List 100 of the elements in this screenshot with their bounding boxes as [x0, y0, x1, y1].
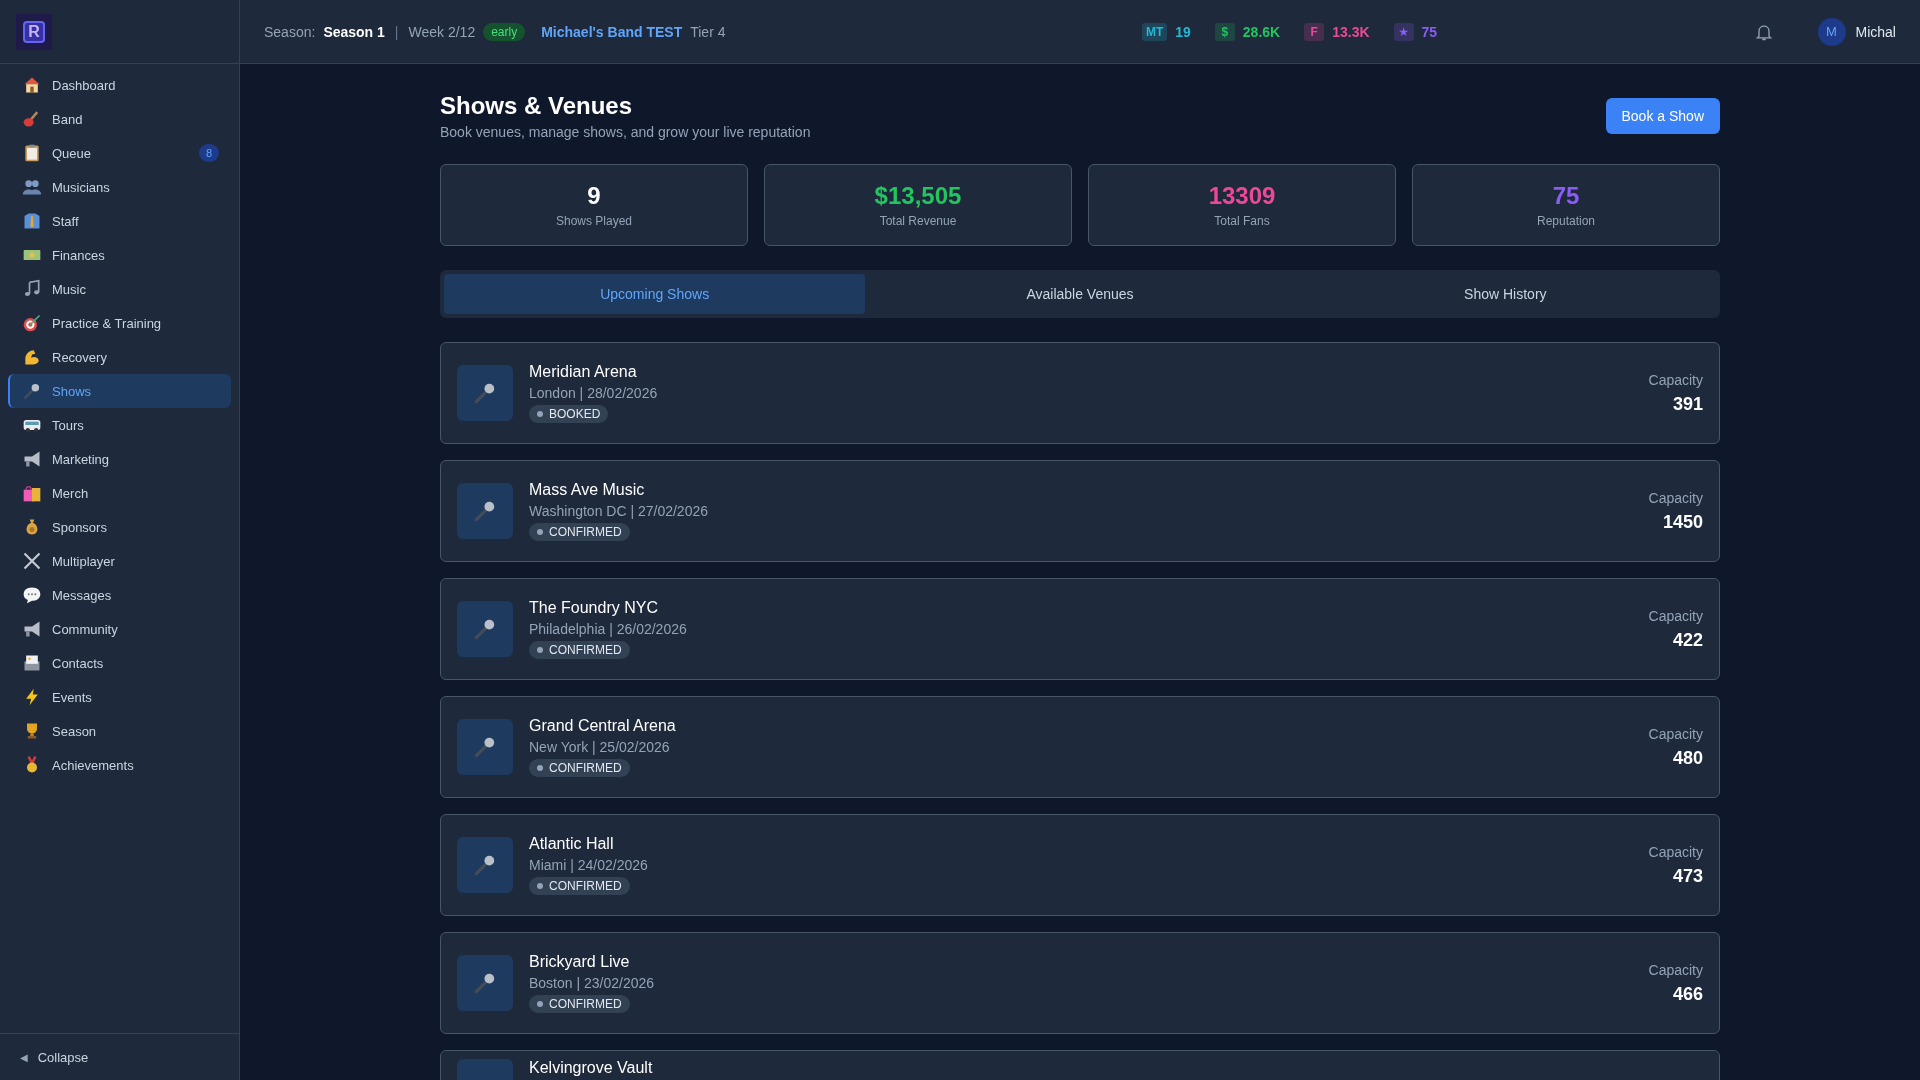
stat-label: Reputation: [1536, 214, 1595, 228]
sidebar-item[interactable]: Messages: [8, 578, 231, 612]
sidebar-item[interactable]: Practice & Training: [8, 306, 231, 340]
card-file-icon: [22, 653, 42, 673]
venue-name: Meridian Arena: [529, 363, 637, 381]
stat-value: 28.6K: [1242, 23, 1281, 40]
flexed-arm-icon: [22, 347, 42, 367]
season-label: Season:: [264, 23, 316, 40]
book-show-button[interactable]: Book a Show: [1605, 98, 1720, 134]
capacity-value: 1450: [1662, 511, 1703, 533]
season-name: Season 1: [323, 23, 385, 40]
tab[interactable]: Upcoming Shows: [444, 274, 866, 314]
tab[interactable]: Show History: [1294, 274, 1716, 314]
stat-number: 9: [587, 182, 601, 210]
show-card[interactable]: Brickyard Live Boston | 23/02/2026 CONFIRMED Capacity 466: [440, 932, 1720, 1034]
band-name[interactable]: Michael's Band TEST: [541, 23, 683, 40]
sidebar-item[interactable]: Community: [8, 612, 231, 646]
capacity-value: 480: [1672, 747, 1703, 769]
show-card[interactable]: Atlantic Hall Miami | 24/02/2026 CONFIRMED Capacity 473: [440, 814, 1720, 916]
people-icon: [22, 177, 42, 197]
sidebar-item[interactable]: Music: [8, 272, 231, 306]
sidebar-item[interactable]: Queue 8: [8, 136, 231, 170]
show-card[interactable]: Kelvingrove Vault: [440, 1050, 1720, 1080]
venue-name: Brickyard Live: [529, 953, 630, 971]
microphone-icon: [22, 381, 42, 401]
target-icon: [22, 313, 42, 333]
user-name[interactable]: Michal: [1855, 23, 1896, 40]
count-badge: 8: [198, 144, 219, 162]
sidebar-item[interactable]: Shows: [8, 374, 231, 408]
stat-label: Total Revenue: [879, 214, 957, 228]
stat-number: 75: [1552, 182, 1580, 210]
show-details: Miami | 24/02/2026: [529, 857, 648, 873]
capacity-value: 422: [1672, 629, 1703, 651]
capacity-label: Capacity: [1648, 961, 1703, 978]
shirt-icon: [22, 211, 42, 231]
app-logo[interactable]: R: [16, 13, 52, 50]
sidebar-item[interactable]: Merch: [8, 476, 231, 510]
capacity-label: Capacity: [1648, 607, 1703, 624]
page-subtitle: Book venues, manage shows, and grow your live reputation: [440, 124, 811, 140]
clipboard-icon: [22, 143, 42, 163]
capacity-value: 466: [1672, 983, 1703, 1005]
capacity-label: Capacity: [1648, 371, 1703, 388]
sidebar-item[interactable]: Band: [8, 102, 231, 136]
stat-tag: MT: [1141, 22, 1168, 41]
capacity-value: 473: [1672, 865, 1703, 887]
page-title: Shows & Venues: [440, 92, 634, 120]
stat-tag: ★: [1393, 22, 1414, 41]
status-badge: CONFIRMED: [529, 641, 630, 659]
sidebar-item[interactable]: Staff: [8, 204, 231, 238]
crossed-swords-icon: [22, 551, 42, 571]
stat-number: $13,505: [874, 182, 962, 210]
sidebar-item[interactable]: Finances: [8, 238, 231, 272]
megaphone-icon: [22, 619, 42, 639]
show-details: New York | 25/02/2026: [529, 739, 670, 755]
capacity-label: Capacity: [1648, 489, 1703, 506]
show-card[interactable]: Meridian Arena London | 28/02/2026 BOOKED Capacity 391: [440, 342, 1720, 444]
sidebar-item[interactable]: Marketing: [8, 442, 231, 476]
tab[interactable]: Available Venues: [869, 274, 1291, 314]
separator: |: [394, 23, 399, 40]
stat-label: Shows Played: [555, 214, 632, 228]
sidebar-item[interactable]: Season: [8, 714, 231, 748]
sidebar-item[interactable]: Recovery: [8, 340, 231, 374]
show-card[interactable]: Mass Ave Music Washington DC | 27/02/2026 CONFIRMED Capacity 1450: [440, 460, 1720, 562]
sidebar-item[interactable]: Contacts: [8, 646, 231, 680]
stat-label: Total Fans: [1214, 214, 1270, 228]
sidebar-item[interactable]: Dashboard: [8, 68, 231, 102]
status-badge: BOOKED: [529, 405, 609, 423]
stat-tag: F: [1304, 22, 1325, 41]
week-label: Week 2/12: [408, 23, 476, 40]
stat-number: 13309: [1208, 182, 1276, 210]
status-badge: CONFIRMED: [529, 877, 630, 895]
status-badge: CONFIRMED: [529, 995, 630, 1013]
speech-bubble-icon: [22, 585, 42, 605]
collapse-button[interactable]: ◀ Collapse: [0, 1033, 239, 1080]
user-avatar[interactable]: M: [1817, 17, 1846, 46]
tier-label: Tier 4: [690, 23, 726, 40]
megaphone-icon: [22, 449, 42, 469]
sidebar-item[interactable]: Musicians: [8, 170, 231, 204]
house-icon: [22, 75, 42, 95]
venue-name: Grand Central Arena: [529, 717, 676, 735]
show-details: Boston | 23/02/2026: [529, 975, 655, 991]
show-card[interactable]: Grand Central Arena New York | 25/02/2026 CONFIRMED Capacity 480: [440, 696, 1720, 798]
capacity-value: 391: [1672, 393, 1703, 415]
show-details: Philadelphia | 26/02/2026: [529, 621, 687, 637]
venue-name: The Foundry NYC: [529, 599, 658, 617]
sidebar-item[interactable]: Events: [8, 680, 231, 714]
show-details: London | 28/02/2026: [529, 385, 658, 401]
sidebar-item[interactable]: Tours: [8, 408, 231, 442]
sidebar-item[interactable]: Multiplayer: [8, 544, 231, 578]
stat-value: 19: [1175, 23, 1191, 40]
capacity-label: Capacity: [1648, 725, 1703, 742]
show-details: Washington DC | 27/02/2026: [529, 503, 708, 519]
sidebar-item[interactable]: Achievements: [8, 748, 231, 782]
capacity-label: Capacity: [1648, 843, 1703, 860]
sidebar-item[interactable]: Sponsors: [8, 510, 231, 544]
show-card[interactable]: The Foundry NYC Philadelphia | 26/02/2026 CONFIRMED Capacity 422: [440, 578, 1720, 680]
stat-tag: $: [1214, 22, 1235, 41]
shopping-bags-icon: [22, 483, 42, 503]
venue-name: Mass Ave Music: [529, 481, 645, 499]
venue-name: Kelvingrove Vault: [529, 1059, 653, 1077]
